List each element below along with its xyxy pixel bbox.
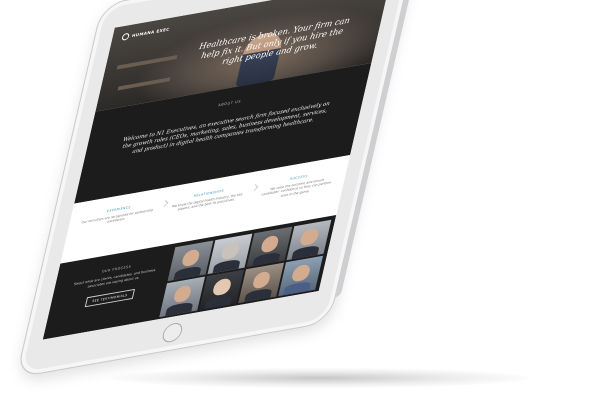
home-button[interactable] xyxy=(160,321,185,344)
chevron-right-icon xyxy=(161,199,169,208)
logo-mark-icon xyxy=(121,32,130,41)
executive-photo xyxy=(167,240,213,282)
chevron-right-icon xyxy=(251,184,259,192)
executive-photo xyxy=(286,219,332,261)
executive-photo xyxy=(207,233,253,275)
hero-shelf xyxy=(116,54,178,70)
site-logo[interactable]: HUMANA EXEC xyxy=(121,26,170,41)
device-shadow xyxy=(110,368,530,388)
executive-photo xyxy=(198,269,245,311)
executive-photo xyxy=(159,276,205,318)
about-text: Welcome to N1 Executives, an executive s… xyxy=(121,100,331,156)
testimonials-intro: OUR PROCESS Select what are clients, can… xyxy=(65,259,161,311)
see-testimonials-button[interactable]: SEE TESTIMONIALS xyxy=(85,289,135,308)
feature-card: RELATIONSHIPS We know the digital health… xyxy=(170,185,246,214)
executive-photo xyxy=(238,262,284,304)
feature-card: EXPERIENCE Our recruiters are recognized… xyxy=(80,201,156,230)
feature-card: SUCCESS We raise the outcome and ensure … xyxy=(259,169,336,202)
logo-text: HUMANA EXEC xyxy=(131,26,171,39)
executive-photo xyxy=(246,226,292,268)
executive-photo xyxy=(277,255,324,297)
tablet-device: HUMANA EXEC Healthcare is broken. Your f… xyxy=(15,0,417,378)
hero-shelf xyxy=(117,77,171,91)
